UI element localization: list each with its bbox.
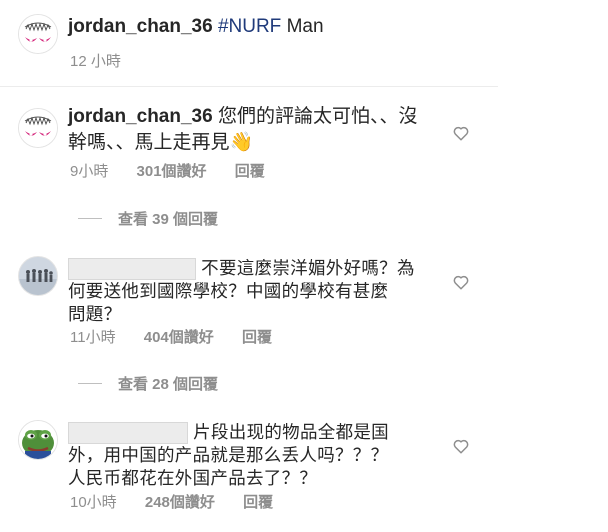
comment-time: 10小時 bbox=[70, 494, 117, 511]
avatar-art bbox=[19, 109, 57, 147]
comment-likes[interactable]: 404個讚好 bbox=[144, 329, 214, 346]
reply-button[interactable]: 回覆 bbox=[243, 494, 273, 511]
comment-text-line: 不要這麼崇洋媚外好嗎？為 bbox=[201, 258, 415, 278]
comment-time: 9小時 bbox=[70, 163, 109, 180]
redacted-username bbox=[68, 258, 196, 281]
comment-text-line: 幹嗎、、馬上走再見👋 bbox=[68, 132, 254, 153]
avatar-art bbox=[19, 15, 57, 53]
comment-time: 11小時 bbox=[70, 329, 116, 346]
avatar[interactable] bbox=[18, 256, 58, 296]
comment-meta: 9小時 301個讚好 回覆 bbox=[70, 160, 265, 181]
heart-outline-icon[interactable] bbox=[452, 124, 470, 142]
avatar[interactable] bbox=[18, 108, 58, 148]
comment-likes[interactable]: 248個讚好 bbox=[145, 494, 215, 511]
avatar[interactable] bbox=[18, 14, 58, 54]
comment-meta: 10小時 248個讚好 回覆 bbox=[70, 491, 273, 512]
reply-button[interactable]: 回覆 bbox=[235, 163, 265, 180]
comment-text-line: 人民币都花在外国产品去了？？ bbox=[68, 468, 318, 489]
comment-text-line: 問題？ bbox=[68, 304, 122, 325]
divider bbox=[0, 86, 498, 87]
avatar-art bbox=[19, 257, 57, 295]
comment-text-line: 何要送他到國際學校？中國的學校有甚麼 bbox=[68, 281, 389, 302]
view-replies-label: 查看 28 個回覆 bbox=[118, 376, 219, 393]
reply-button[interactable]: 回覆 bbox=[242, 329, 272, 346]
divider-line bbox=[78, 218, 102, 219]
comment-username[interactable]: jordan_chan_36 bbox=[68, 106, 213, 127]
avatar-art bbox=[19, 421, 57, 459]
redacted-username bbox=[68, 422, 188, 445]
post-hashtag[interactable]: #NURF bbox=[218, 16, 281, 37]
comment-text-line: 片段出现的物品全都是国 bbox=[193, 422, 389, 442]
heart-outline-icon[interactable] bbox=[452, 437, 470, 455]
view-replies-button[interactable]: 查看 39 個回覆 bbox=[78, 208, 218, 229]
comment-text: jordan_chan_36 您們的評論太可怕、、沒 幹嗎、、馬上走再見👋 bbox=[68, 104, 417, 156]
avatar[interactable] bbox=[18, 420, 58, 460]
view-replies-button[interactable]: 查看 28 個回覆 bbox=[78, 373, 218, 394]
divider-line bbox=[78, 383, 102, 384]
post-username[interactable]: jordan_chan_36 bbox=[68, 16, 213, 37]
comment-likes[interactable]: 301個讚好 bbox=[137, 163, 207, 180]
post-caption-text: Man bbox=[286, 16, 324, 37]
comment-text-line: 外，用中国的产品就是那么丢人吗？？？ bbox=[68, 445, 389, 466]
comment-text: 片段出现的物品全都是国 外，用中国的产品就是那么丢人吗？？？ 人民币都花在外国产… bbox=[68, 421, 389, 490]
post-caption: jordan_chan_36 #NURF Man bbox=[68, 14, 324, 40]
comment-text: 不要這麼崇洋媚外好嗎？為 何要送他到國際學校？中國的學校有甚麼 問題？ bbox=[68, 257, 415, 326]
post-time: 12 小時 bbox=[70, 53, 121, 70]
comment-meta: 11小時 404個讚好 回覆 bbox=[70, 326, 272, 347]
heart-outline-icon[interactable] bbox=[452, 273, 470, 291]
comment-text-line: 您們的評論太可怕、、沒 bbox=[217, 106, 418, 127]
view-replies-label: 查看 39 個回覆 bbox=[118, 211, 219, 228]
